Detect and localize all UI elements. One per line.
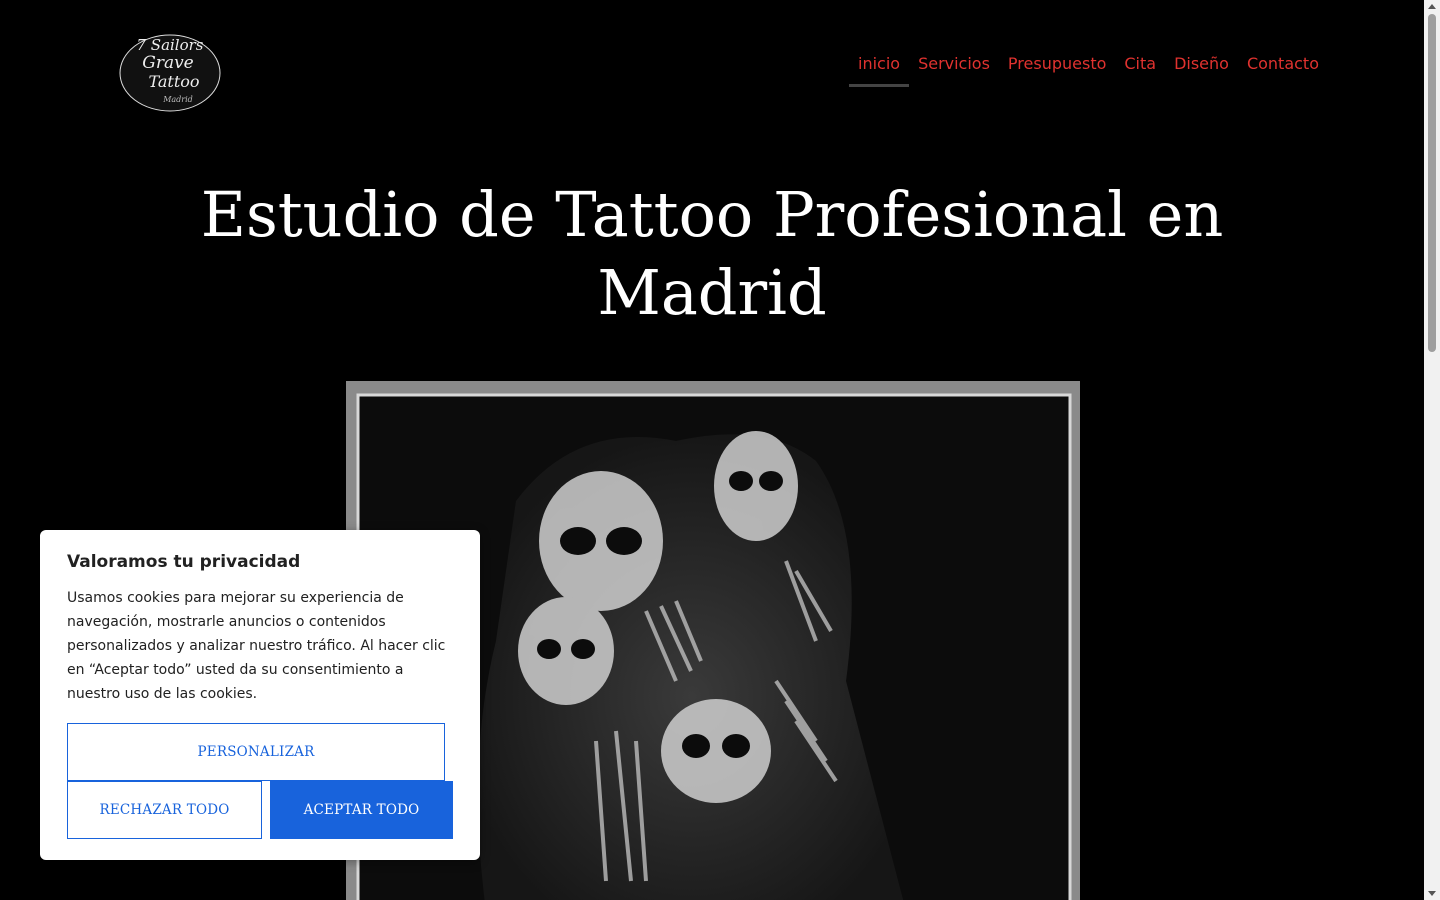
hero-title-line-2: Madrid (597, 256, 827, 329)
nav-link-servicios[interactable]: Servicios (909, 52, 999, 87)
hero-title-line-1: Estudio de Tattoo Profesional en (200, 178, 1224, 251)
reject-all-button[interactable]: RECHAZAR TODO (67, 781, 262, 839)
customize-cookies-button[interactable]: PERSONALIZAR (67, 723, 445, 781)
hero-title: Estudio de Tattoo Profesional en Madrid (0, 176, 1424, 332)
logo-line-1: 7 Sailors (136, 36, 203, 54)
logo-graphic: 7 Sailors Grave Tattoo Madrid (119, 34, 221, 112)
nav-link-presupuesto[interactable]: Presupuesto (999, 52, 1115, 87)
studio-logo[interactable]: 7 Sailors Grave Tattoo Madrid (114, 30, 226, 116)
cookie-consent-banner: Valoramos tu privacidad Usamos cookies p… (40, 530, 480, 860)
main-nav: inicio Servicios Presupuesto Cita Diseño… (849, 52, 1328, 87)
accept-all-button[interactable]: ACEPTAR TODO (270, 781, 453, 839)
nav-link-cita[interactable]: Cita (1115, 52, 1165, 87)
vertical-scrollbar[interactable] (1424, 0, 1440, 900)
cookie-banner-text: Usamos cookies para mejorar su experienc… (67, 590, 446, 702)
logo-line-4: Madrid (162, 95, 193, 104)
nav-link-inicio[interactable]: inicio (849, 52, 910, 87)
nav-link-diseno[interactable]: Diseño (1165, 52, 1238, 87)
nav-link-contacto[interactable]: Contacto (1238, 52, 1328, 87)
scroll-down-arrow-icon[interactable] (1428, 891, 1436, 896)
scrollbar-thumb[interactable] (1428, 14, 1436, 352)
cookie-banner-title: Valoramos tu privacidad (67, 552, 301, 572)
logo-line-3: Tattoo (148, 72, 199, 91)
scroll-up-arrow-icon[interactable] (1428, 4, 1436, 9)
logo-line-2: Grave (142, 53, 194, 73)
